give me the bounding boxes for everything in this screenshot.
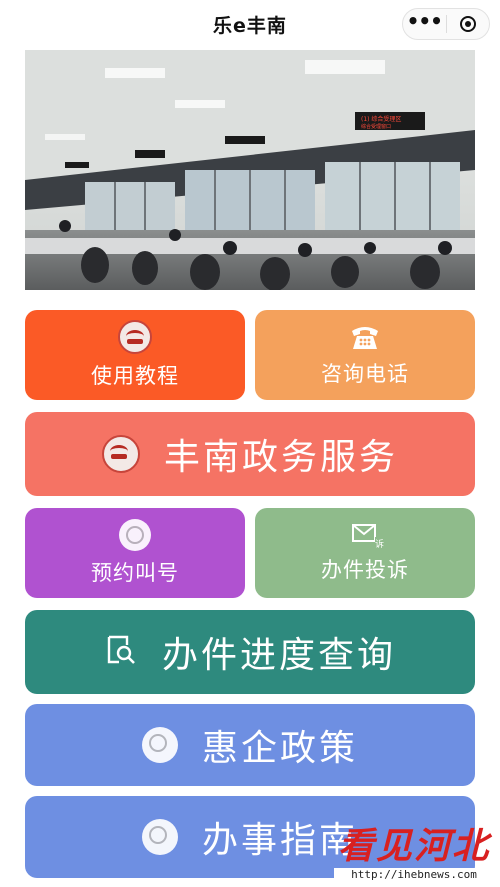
gov-service-label: 丰南政务服务	[163, 437, 398, 478]
policy-tile[interactable]: 惠企政策	[25, 704, 475, 786]
clock-icon	[141, 819, 178, 855]
search-doc-icon	[104, 633, 138, 671]
banner-sign-2: 综合受理窗口	[361, 123, 391, 130]
hotline-label: 咨询电话	[321, 362, 409, 386]
complaint-label: 办件投诉	[321, 558, 409, 582]
watermark: 看见河北 http://ihebnews.com	[334, 826, 494, 881]
policy-label: 惠企政策	[201, 728, 358, 769]
appointment-tile[interactable]: 预约叫号	[25, 508, 245, 598]
complaint-icon-text: 诉	[374, 537, 384, 550]
clock-icon	[141, 727, 178, 763]
emblem-icon	[101, 435, 140, 473]
progress-query-tile[interactable]: 办件进度查询	[25, 610, 475, 694]
gov-service-tile[interactable]: 丰南政务服务	[25, 412, 475, 496]
watermark-url: http://ihebnews.com	[334, 868, 494, 881]
target-close-icon	[459, 16, 476, 32]
watermark-title: 看见河北	[337, 825, 490, 867]
more-button[interactable]: •••	[403, 9, 446, 39]
service-hall-photo: (1) 综合受理区 综合受理窗口	[25, 50, 475, 290]
more-dots-icon: •••	[406, 9, 443, 33]
tutorial-label: 使用教程	[91, 364, 179, 388]
tutorial-tile[interactable]: 使用教程	[25, 310, 245, 400]
close-button[interactable]	[447, 9, 490, 39]
complaint-tile[interactable]: 诉 办件投诉	[255, 508, 475, 598]
mini-program-capsule: •••	[402, 8, 490, 40]
page-title: 乐e丰南	[213, 14, 287, 37]
clock-icon	[119, 519, 151, 551]
complaint-mail-icon: 诉	[350, 522, 384, 550]
hotline-tile[interactable]: 咨询电话	[255, 310, 475, 400]
emblem-icon	[118, 320, 152, 354]
banner-sign-1: (1) 综合受理区	[361, 115, 401, 123]
banner-image[interactable]: (1) 综合受理区 综合受理窗口	[25, 50, 475, 290]
telephone-icon	[349, 322, 381, 352]
navigation-bar: 乐e丰南 •••	[0, 0, 500, 48]
progress-query-label: 办件进度查询	[161, 635, 396, 676]
appointment-label: 预约叫号	[91, 561, 179, 585]
